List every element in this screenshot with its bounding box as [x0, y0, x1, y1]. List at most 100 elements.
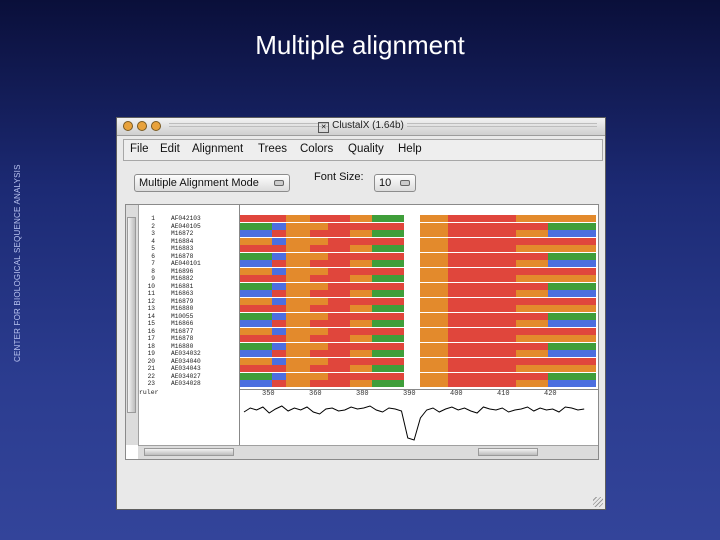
window-title: ClustalX (1.64b): [332, 120, 404, 131]
mode-select-value: Multiple Alignment Mode: [139, 177, 259, 189]
sequence-number: 14: [147, 312, 155, 320]
alignment-block: [328, 260, 350, 267]
alignment-row: [240, 275, 596, 282]
alignment-block: [240, 215, 272, 222]
alignment-block: [372, 260, 404, 267]
alignment-block: [310, 372, 328, 380]
menu-file[interactable]: File: [130, 143, 149, 155]
vertical-scroll-thumb[interactable]: [127, 217, 136, 413]
sequence-id: M16866: [171, 320, 194, 327]
alignment-block: [516, 290, 548, 297]
alignment-block: [420, 327, 448, 335]
alignment-block: [372, 252, 404, 260]
alignment-block: [286, 372, 310, 380]
menu-edit[interactable]: Edit: [160, 143, 180, 155]
menu-colors[interactable]: Colors: [300, 143, 333, 155]
font-size-select[interactable]: 10: [374, 174, 416, 192]
alignment-block: [272, 327, 286, 335]
alignment-row: [240, 320, 596, 327]
alignment-block: [240, 335, 272, 342]
alignment-block: [272, 260, 286, 267]
sequence-number: 2: [151, 222, 155, 230]
alignment-row: [240, 335, 596, 342]
menu-quality[interactable]: Quality: [348, 143, 384, 155]
sequence-number: 13: [147, 305, 155, 312]
alignment-row: [240, 222, 596, 230]
alignment-block: [372, 342, 404, 350]
alignment-block: [372, 290, 404, 297]
alignment-block: [240, 282, 272, 290]
alignment-block: [476, 335, 516, 342]
alignment-block: [404, 342, 420, 350]
alignment-block: [310, 290, 328, 297]
alignment-block: [350, 357, 372, 365]
alignment-block: [548, 320, 596, 327]
alignment-block: [516, 215, 548, 222]
alignment-block: [328, 275, 350, 282]
clustalx-window: ✕ ClustalX (1.64b) File Edit Alignment Tr…: [116, 117, 606, 510]
alignment-block: [404, 327, 420, 335]
alignment-block: [516, 260, 548, 267]
menu-trees[interactable]: Trees: [258, 143, 287, 155]
alignment-block: [350, 335, 372, 342]
alignment-block: [516, 342, 548, 350]
vertical-scrollbar[interactable]: [126, 205, 139, 445]
names-scroll-thumb[interactable]: [144, 448, 234, 456]
menu-alignment[interactable]: Alignment: [192, 143, 243, 155]
alignment-block: [328, 305, 350, 312]
alignment-block: [448, 267, 476, 275]
alignment-block: [404, 222, 420, 230]
sequence-id: M16878: [171, 335, 194, 342]
alignment-block: [448, 357, 476, 365]
alignment-row: [240, 252, 596, 260]
document-icon: ✕: [318, 122, 330, 133]
alignment-row: [240, 290, 596, 297]
sequence-id: M16884: [171, 237, 194, 245]
alignment-block: [420, 297, 448, 305]
sequence-number: 16: [147, 327, 155, 335]
alignment-block: [448, 327, 476, 335]
resize-grip-icon[interactable]: [593, 497, 603, 507]
alignment-block: [272, 342, 286, 350]
alignment-block: [516, 372, 548, 380]
alignment-row: [240, 327, 596, 335]
alignment-block: [350, 222, 372, 230]
sequence-id: M16863: [171, 290, 194, 297]
alignment-row: [240, 312, 596, 320]
alignment-block: [516, 305, 548, 312]
sequence-number: 1: [151, 215, 155, 222]
alignment-block: [286, 237, 310, 245]
sequence-id: M16880: [171, 305, 194, 312]
horizontal-scrollbar[interactable]: [138, 445, 598, 459]
sequence-number: 5: [151, 245, 155, 252]
alignment-block: [272, 237, 286, 245]
sequence-number: 17: [147, 335, 155, 342]
alignment-block: [286, 267, 310, 275]
alignment-block: [328, 335, 350, 342]
alignment-block: [448, 342, 476, 350]
sequence-number: 22: [147, 372, 155, 380]
alignment-block: [420, 245, 448, 252]
ruler-tick: 350: [262, 390, 275, 398]
alignment-block: [516, 312, 548, 320]
alignment-block: [404, 297, 420, 305]
alignment-block: [240, 327, 272, 335]
alignment-block: [420, 335, 448, 342]
menu-help[interactable]: Help: [398, 143, 422, 155]
menu-bar: File Edit Alignment Trees Colors Quality…: [123, 139, 603, 161]
alignment-row: [240, 215, 596, 222]
alignment-block: [548, 215, 596, 222]
alignment-block: [350, 245, 372, 252]
alignment-block: [476, 365, 516, 372]
alignment-block: [272, 312, 286, 320]
alignment-block: [272, 252, 286, 260]
alignment-block: [548, 357, 596, 365]
alignment-block: [372, 350, 404, 357]
horizontal-scroll-thumb[interactable]: [478, 448, 538, 456]
window-titlebar[interactable]: ✕ ClustalX (1.64b): [117, 118, 605, 136]
alignment-block: [286, 290, 310, 297]
sequence-id: AE034043: [171, 365, 201, 372]
sequence-names-list: 1 AF042103 2 AE040105 3 M16872 4 M16884 5 M16883 6…: [139, 205, 240, 445]
mode-select[interactable]: Multiple Alignment Mode: [134, 174, 290, 192]
slide-title: Multiple alignment: [255, 30, 465, 60]
